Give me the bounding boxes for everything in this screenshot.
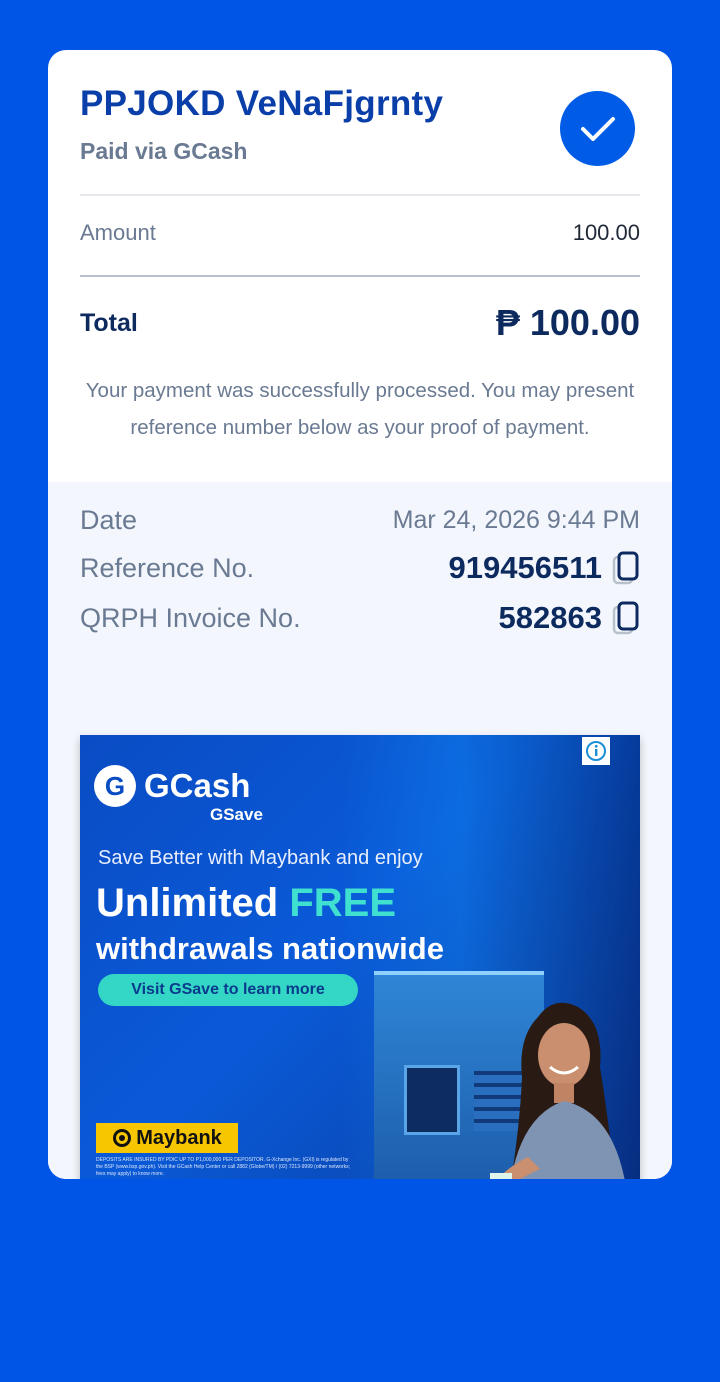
reference-label: Reference No. xyxy=(80,552,255,583)
gcash-wordmark: GCash xyxy=(144,767,251,804)
receipt-card: PPJOKD VeNaFjgrnty Paid via GCash Amount… xyxy=(48,50,672,1179)
success-check-icon xyxy=(560,91,635,166)
date-row: Date Mar 24, 2026 9:44 PM xyxy=(80,502,640,538)
total-row: Total ₱ 100.00 xyxy=(80,302,640,344)
gcash-logo: G GCash xyxy=(94,765,250,807)
date-value: Mar 24, 2026 9:44 PM xyxy=(392,505,640,534)
reference-value: 919456511 xyxy=(448,550,602,585)
payment-method: Paid via GCash xyxy=(80,138,248,164)
date-label: Date xyxy=(80,504,138,535)
invoice-row: QRPH Invoice No. 582863 xyxy=(80,600,640,636)
divider xyxy=(80,194,640,196)
maybank-tiger-icon xyxy=(113,1129,132,1147)
gcash-logo-icon: G xyxy=(94,765,136,807)
reference-row: Reference No. 919456511 xyxy=(80,550,640,586)
maybank-logo: Maybank xyxy=(96,1123,238,1153)
free-highlight: FREE xyxy=(289,881,397,925)
gsave-label: GSave xyxy=(210,805,263,824)
invoice-value: 582863 xyxy=(498,600,602,635)
merchant-name: PPJOKD VeNaFjgrnty xyxy=(80,84,444,123)
woman-illustration xyxy=(490,1002,625,1179)
visit-gsave-button[interactable]: Visit GSave to learn more xyxy=(98,974,358,1006)
divider xyxy=(80,275,640,277)
checkmark-icon xyxy=(580,116,615,141)
total-label: Total xyxy=(80,308,138,337)
transaction-details: Date Mar 24, 2026 9:44 PM Reference No. … xyxy=(48,482,672,1179)
info-icon[interactable] xyxy=(582,737,610,765)
amount-value: 100.00 xyxy=(572,220,640,245)
invoice-label: QRPH Invoice No. xyxy=(80,602,301,633)
total-value: ₱ 100.00 xyxy=(495,302,640,343)
ad-fine-print: DEPOSITS ARE INSURED BY PDIC UP TO P1,00… xyxy=(96,1157,351,1177)
success-message: Your payment was successfully processed.… xyxy=(85,379,635,439)
amount-label: Amount xyxy=(80,220,156,245)
copy-icon[interactable] xyxy=(612,601,640,635)
ad-headline-large: Unlimited FREE xyxy=(96,881,397,925)
ad-headline-small: Save Better with Maybank and enjoy xyxy=(98,847,423,869)
amount-row: Amount 100.00 xyxy=(80,220,640,246)
gsave-ad-banner[interactable]: G GCash GSave Save Better with Maybank a… xyxy=(80,735,640,1179)
copy-icon[interactable] xyxy=(612,551,640,585)
ad-headline-sub: withdrawals nationwide xyxy=(96,931,444,966)
